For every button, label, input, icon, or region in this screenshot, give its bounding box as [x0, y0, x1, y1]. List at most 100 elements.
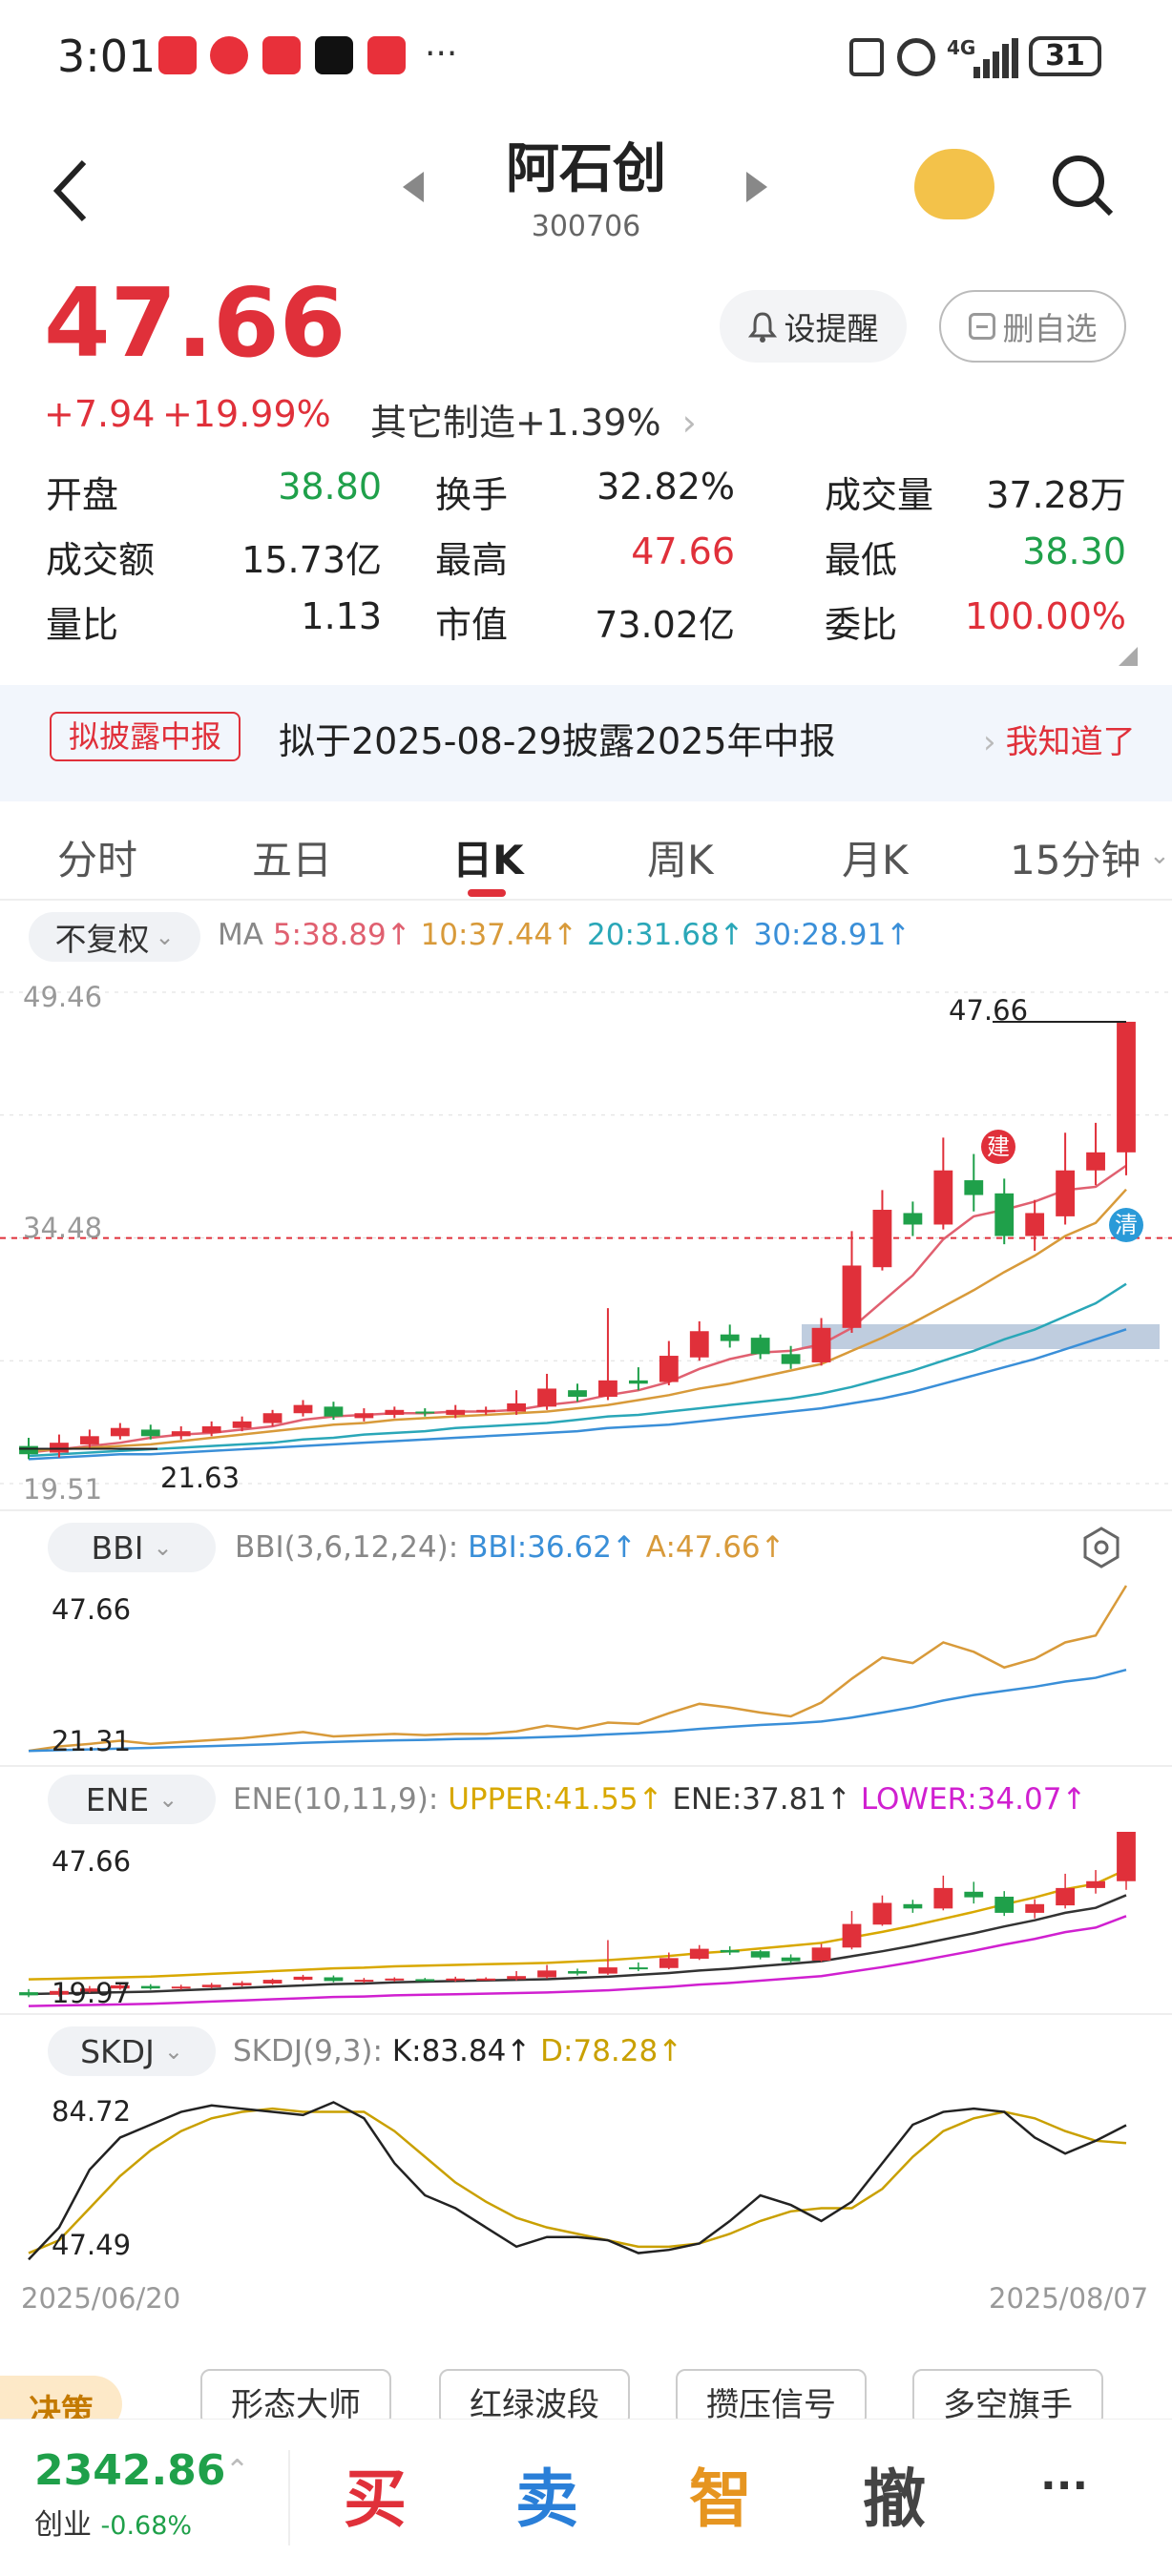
stat-value: 32.82% — [596, 466, 735, 508]
candle-body — [354, 1413, 374, 1419]
chevron-down-icon: ⌄ — [153, 1534, 173, 1561]
change-amount: +7.94 — [44, 393, 156, 435]
candle-body — [842, 1265, 862, 1328]
ene-upper-line — [28, 1868, 1127, 1981]
ene-lower: LOWER:34.07↑ — [860, 1782, 1087, 1817]
index-value: 2342.86 — [34, 2446, 226, 2495]
build-position-marker[interactable]: 建 — [981, 1130, 1015, 1164]
acknowledge-button[interactable]: › 我知道了 — [983, 716, 1136, 762]
chip-pressure-signal[interactable]: 攒压信号 — [676, 2369, 867, 2426]
remove-watchlist-button[interactable]: 删自选 — [939, 290, 1126, 363]
tab-15min[interactable]: 15分钟 — [1010, 828, 1141, 886]
bbi-y-top: 47.66 — [52, 1593, 132, 1626]
ene-candle-body — [598, 1967, 617, 1974]
bbi-dropdown[interactable]: BBI ⌄ — [48, 1523, 216, 1572]
candle-body — [933, 1170, 953, 1225]
ma-legend: MA 5:38.89↑ 10:37.44↑ 20:31.68↑ 30:28.91… — [218, 918, 910, 952]
ene-y-top: 47.66 — [52, 1845, 132, 1878]
status-bar: 3:01 ··· 4G 31 — [0, 0, 1172, 114]
ene-candle-body — [689, 1948, 709, 1960]
ene-candle-body — [1086, 1880, 1105, 1888]
tab-five-day[interactable]: 五日 — [252, 828, 332, 886]
ene-candle-body — [324, 1977, 344, 1982]
more-button[interactable]: ··· — [1040, 2462, 1088, 2510]
candle-body — [293, 1404, 313, 1414]
ene-chart[interactable] — [0, 1822, 1172, 2013]
battery-icon: 31 — [1029, 36, 1101, 76]
skdj-dropdown[interactable]: SKDJ ⌄ — [48, 2026, 216, 2076]
report-notice-bar: 拟披露中报 拟于2025-08-29披露2025年中报 › 我知道了 — [0, 685, 1172, 801]
stat-label: 委比 — [825, 604, 898, 646]
ene-dropdown[interactable]: ENE ⌄ — [48, 1775, 216, 1824]
candle-body — [446, 1409, 466, 1415]
netease-app-icon — [210, 36, 248, 74]
candle-body — [324, 1406, 344, 1417]
bbi-chart[interactable] — [0, 1574, 1172, 1765]
ene-candle-body — [171, 1986, 191, 1989]
ene-candle-body — [568, 1971, 587, 1974]
sell-button[interactable]: 卖 — [515, 2448, 578, 2540]
buy-button[interactable]: 买 — [344, 2448, 407, 2540]
chevron-down-icon[interactable]: ⌄ — [1149, 841, 1170, 870]
status-time: 3:01 — [57, 31, 157, 82]
news-app-icon — [262, 36, 301, 74]
skdj-chart[interactable] — [0, 2080, 1172, 2271]
bbi-legend: BBI(3,6,12,24): BBI:36.62↑ A:47.66↑ — [235, 1530, 785, 1565]
candle-body — [415, 1411, 435, 1414]
ma5-value: 5:38.89↑ — [272, 918, 411, 952]
ene-candle-body — [720, 1949, 740, 1953]
ene-candle-body — [19, 1992, 38, 1996]
clear-position-marker[interactable]: 清 — [1109, 1208, 1143, 1242]
set-alert-button[interactable]: 设提醒 — [720, 290, 907, 363]
tab-daily-k[interactable]: 日K — [452, 828, 524, 886]
index-widget[interactable]: 2342.86 创业 -0.68% — [34, 2446, 225, 2543]
ene-candle-body — [354, 1980, 374, 1983]
ene-candle-body — [964, 1891, 984, 1898]
search-icon[interactable] — [1050, 153, 1117, 219]
candle-body — [811, 1327, 831, 1362]
ene-upper: UPPER:41.55↑ — [448, 1782, 663, 1817]
bbi-value: BBI:36.62↑ — [468, 1530, 637, 1565]
ene-candle-body — [750, 1951, 770, 1958]
chevron-down-icon: ⌄ — [163, 2038, 183, 2065]
settings-hexagon-icon[interactable] — [1082, 1527, 1120, 1568]
divider — [288, 2450, 290, 2545]
smart-button[interactable]: 智 — [689, 2448, 752, 2540]
nfc-icon — [849, 38, 884, 76]
tab-weekly-k[interactable]: 周K — [647, 828, 714, 886]
bbi-params: BBI(3,6,12,24): — [235, 1530, 459, 1565]
chevron-up-icon[interactable]: ⌃ — [225, 2454, 249, 2487]
candle-body — [781, 1354, 801, 1364]
more-notifications-icon: ··· — [425, 34, 458, 73]
chip-bull-bear[interactable]: 多空旗手 — [912, 2369, 1103, 2426]
skdj-y-bottom: 47.49 — [52, 2229, 132, 2261]
expand-corner-icon[interactable] — [1119, 647, 1138, 666]
stat-label: 成交量 — [825, 474, 934, 516]
sector-change[interactable]: 其它制造+1.39% › — [370, 393, 697, 446]
network-label: 4G — [947, 36, 976, 59]
current-price: 47.66 — [44, 267, 346, 379]
remove-watchlist-label: 删自选 — [1002, 310, 1098, 347]
adjust-dropdown[interactable]: 不复权 ⌄ — [29, 912, 200, 962]
ene-candle-body — [781, 1957, 801, 1962]
cancel-order-button[interactable]: 撤 — [863, 2448, 926, 2540]
kline-chart[interactable] — [0, 973, 1172, 1507]
tiktok-app-icon — [315, 36, 353, 74]
tab-monthly-k[interactable]: 月K — [842, 828, 909, 886]
tab-intraday[interactable]: 分时 — [57, 828, 137, 886]
ene-candle-body — [415, 1979, 435, 1982]
y-axis-bottom: 19.51 — [23, 1473, 103, 1506]
ene-mid: ENE:37.81↑ — [672, 1782, 851, 1817]
ma10-value: 10:37.44↑ — [420, 918, 578, 952]
stat-label: 成交额 — [46, 539, 156, 581]
mascot-icon[interactable] — [914, 149, 994, 219]
ene-candle-body — [872, 1902, 892, 1925]
min-price-label: 21.63 — [160, 1462, 241, 1494]
chip-pattern-master[interactable]: 形态大师 — [200, 2369, 391, 2426]
chip-red-green-wave[interactable]: 红绿波段 — [439, 2369, 630, 2426]
candle-body — [537, 1388, 556, 1407]
next-stock-icon[interactable] — [743, 168, 771, 206]
stat-value: 38.80 — [278, 466, 382, 508]
bbi-divider — [0, 1509, 1172, 1511]
acknowledge-label: 我知道了 — [1005, 723, 1136, 761]
